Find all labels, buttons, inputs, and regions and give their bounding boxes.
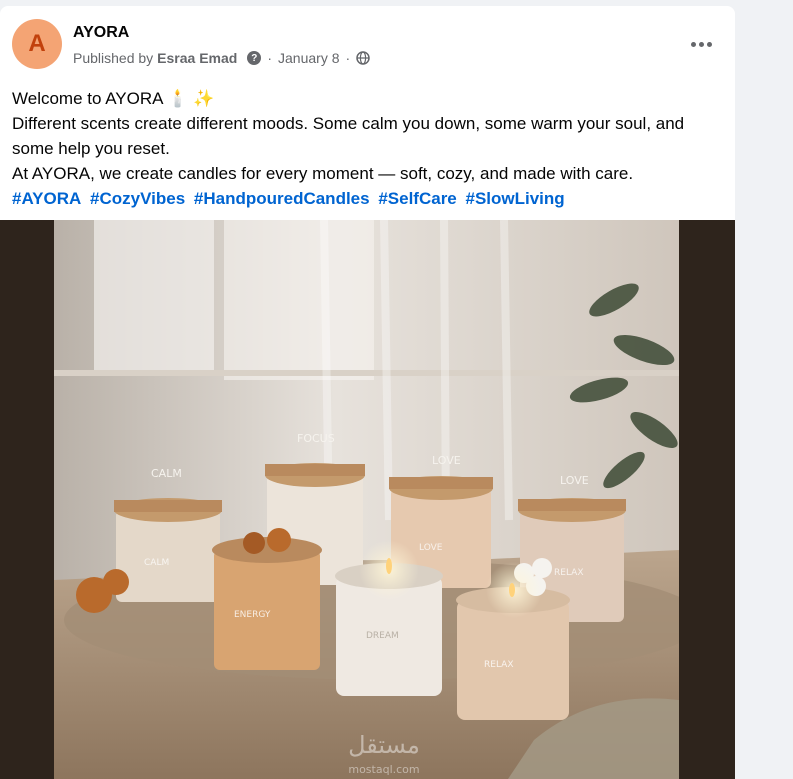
page-name[interactable]: AYORA (73, 24, 129, 42)
hashtag-link[interactable]: #CozyVibes (90, 189, 185, 208)
candle-calm (114, 498, 222, 602)
globe-icon[interactable] (356, 51, 370, 65)
candle-label: LOVE (432, 454, 461, 467)
post-meta: Published by Esraa Emad ? · January 8 · (73, 50, 370, 66)
hashtag-link[interactable]: #SlowLiving (466, 189, 565, 208)
candle-energy (212, 528, 322, 670)
author-link[interactable]: Esraa Emad (157, 50, 237, 66)
more-options-button[interactable] (685, 34, 717, 54)
post-header: A AYORA Published by Esraa Emad ? · Janu… (0, 6, 735, 78)
post-text: Welcome to AYORA 🕯️ ✨ Different scents c… (12, 86, 727, 211)
text-line: Welcome to AYORA 🕯️ ✨ (12, 89, 215, 108)
more-horizontal-icon (690, 41, 696, 47)
post-date[interactable]: January 8 (278, 50, 339, 66)
candle-label: LOVE (560, 474, 589, 487)
hashtags: #AYORA #CozyVibes #HandpouredCandles #Se… (12, 186, 727, 211)
jar-text: ENERGY (234, 610, 271, 620)
more-dot (706, 41, 712, 47)
separator: · (267, 50, 273, 66)
published-prefix: Published by (73, 50, 154, 66)
jar-text: DREAM (366, 631, 399, 641)
avatar-letter: A (28, 30, 46, 57)
candle-label: CALM (151, 467, 182, 480)
watermark-sub: mostaql.com (348, 763, 419, 776)
help-icon[interactable]: ? (247, 51, 262, 65)
text-line: Different scents create different moods.… (12, 114, 685, 158)
jar-text: RELAX (484, 660, 513, 670)
watermark: مستقل (348, 731, 420, 759)
avatar[interactable]: A (12, 19, 62, 69)
candle-illustration: CALM FOCUS LOVE LOVE CALM LOVE RELAX ENE… (54, 220, 679, 779)
jar-text: LOVE (419, 543, 443, 553)
jar-text: CALM (144, 558, 169, 568)
separator: · (345, 50, 351, 66)
post-card: A AYORA Published by Esraa Emad ? · Janu… (0, 6, 735, 779)
text-line: At AYORA, we create candles for every mo… (12, 164, 634, 183)
candle-label: FOCUS (297, 432, 335, 445)
hashtag-link[interactable]: #SelfCare (378, 189, 456, 208)
post-media[interactable]: CALM FOCUS LOVE LOVE CALM LOVE RELAX ENE… (0, 220, 735, 779)
jar-text: RELAX (554, 568, 583, 578)
hashtag-link[interactable]: #AYORA (12, 189, 81, 208)
candle-photo[interactable]: CALM FOCUS LOVE LOVE CALM LOVE RELAX ENE… (54, 220, 679, 779)
more-dot (698, 41, 704, 47)
hashtag-link[interactable]: #HandpouredCandles (194, 189, 370, 208)
